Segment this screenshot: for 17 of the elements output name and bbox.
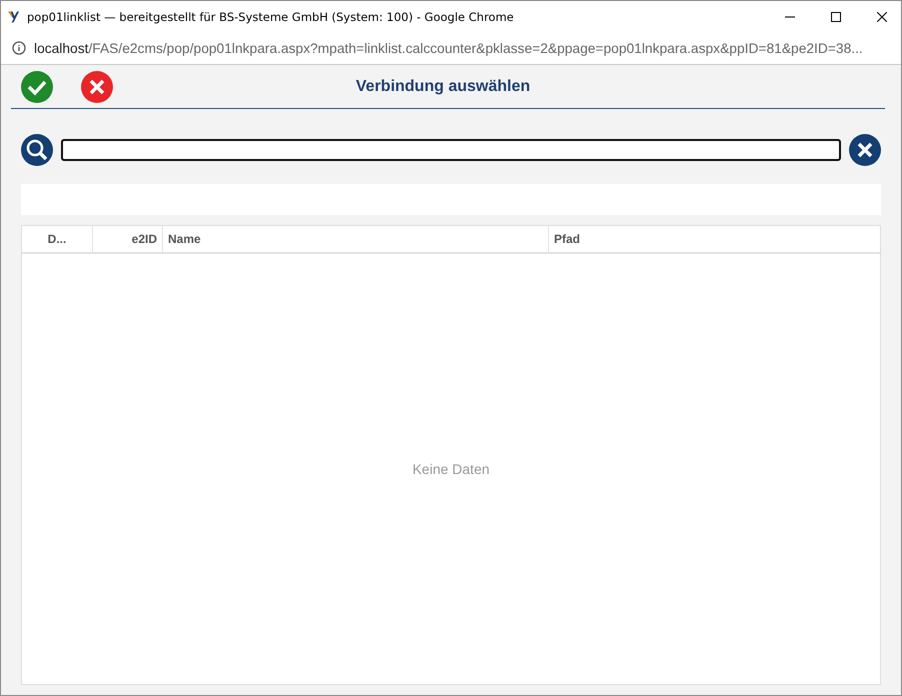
window-title: pop01linklist — bereitgestellt für BS-Systeme GmbH (System: 100) - Google Chrome	[27, 10, 515, 24]
address-url[interactable]: localhost/FAS/e2cms/pop/pop01lnkpara.aspx?mpath=linklist.calccounter&pklasse=2&ppage=pop01lnkpara.aspx&ppID=81&pe2ID=38...	[34, 40, 863, 56]
clear-icon[interactable]	[849, 134, 881, 166]
dialog-title: Verbindung auswählen	[354, 78, 532, 96]
column-header[interactable]: D...	[22, 226, 93, 252]
search-field[interactable]	[61, 139, 841, 161]
column-header[interactable]: Pfad	[549, 226, 880, 252]
maximize-icon[interactable]	[831, 12, 841, 22]
close-icon[interactable]	[877, 12, 887, 22]
column-header[interactable]: e2ID	[93, 226, 163, 252]
empty-message: Keine Daten	[412, 461, 490, 477]
confirm-icon[interactable]	[21, 70, 53, 102]
search-icon[interactable]	[21, 134, 53, 166]
column-header[interactable]: Name	[163, 226, 549, 252]
info-icon[interactable]	[12, 41, 26, 55]
app-logo-icon	[8, 10, 19, 24]
cancel-icon[interactable]	[81, 70, 113, 102]
